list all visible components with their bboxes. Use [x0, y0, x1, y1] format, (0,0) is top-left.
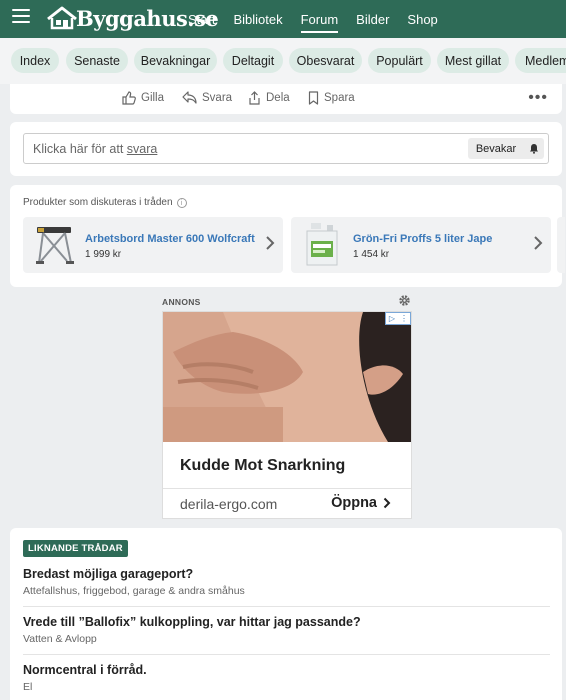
post-actions-bar: Gilla Svara Dela Spara •••	[10, 84, 562, 114]
reply-input[interactable]: Klicka här för att svara Bevakar	[23, 133, 549, 164]
chevron-right-icon	[534, 236, 543, 250]
nav-start[interactable]: Start	[188, 12, 215, 27]
menu-icon[interactable]	[12, 9, 30, 23]
product-price: 1 999 kr	[85, 249, 122, 260]
discussed-products-card: Produkter som diskuteras i tråden i Arbet…	[10, 185, 565, 287]
ad-open-label: Öppna	[331, 495, 377, 511]
reply-label: Svara	[202, 91, 233, 104]
like-button[interactable]: Gilla	[122, 91, 164, 105]
thread-title[interactable]: Bredast möjliga garageport?	[23, 567, 550, 581]
logo-house-icon	[47, 6, 77, 30]
ad-domain: derila-ergo.com	[180, 496, 278, 512]
product-card[interactable]: Grön-Fri Proffs 5 liter Jape 1 454 kr	[291, 217, 551, 273]
share-button[interactable]: Dela	[248, 91, 290, 105]
product-name: Grön-Fri Proffs 5 liter Jape	[353, 233, 493, 245]
reply-link[interactable]: svara	[127, 142, 158, 156]
advertisement[interactable]: ▷ ⋮ Kudde Mot Snarkning derila-ergo.com Ö…	[162, 311, 412, 519]
thread-title[interactable]: Vrede till ”Ballofix” kulkoppling, var h…	[23, 615, 550, 629]
save-label: Spara	[324, 92, 355, 104]
tab-medlem[interactable]: Medlem	[515, 48, 566, 73]
info-icon[interactable]: i	[176, 197, 187, 208]
ad-label: ANNONS	[162, 297, 201, 307]
tab-index[interactable]: Index	[11, 48, 59, 73]
tab-deltagit[interactable]: Deltagit	[223, 48, 283, 73]
notification-bell-button[interactable]	[524, 138, 544, 159]
thread-category: Vatten & Avlopp	[23, 633, 97, 645]
tab-obesvarat[interactable]: Obesvarat	[289, 48, 362, 73]
next-product-peek[interactable]	[557, 217, 565, 273]
bookmark-icon	[308, 91, 319, 105]
thread-item[interactable]: Bredast möjliga garageport? Attefallshus…	[23, 567, 550, 597]
top-navigation-bar: Byggahus.se Start Bibliotek Forum Bilder…	[0, 0, 566, 38]
share-label: Dela	[266, 92, 290, 104]
workbench-image	[36, 227, 74, 264]
reply-arrow-icon	[182, 91, 197, 104]
nav-forum[interactable]: Forum	[300, 12, 338, 33]
bell-icon	[530, 144, 538, 154]
thread-divider	[23, 606, 550, 607]
similar-threads-card: LIKNANDE TRÅDAR Bredast möjliga garagepo…	[10, 528, 562, 700]
ad-choices-icon[interactable]: ▷ ⋮	[385, 312, 411, 325]
products-heading: Produkter som diskuteras i tråden i	[23, 197, 187, 208]
ad-open-button[interactable]: Öppna	[331, 495, 391, 511]
ad-divider	[163, 488, 411, 489]
thread-category: El	[23, 681, 33, 693]
reply-button[interactable]: Svara	[182, 91, 232, 104]
reply-card: Klicka här för att svara Bevakar	[10, 122, 562, 176]
chevron-right-icon	[266, 236, 275, 250]
product-price: 1 454 kr	[353, 249, 390, 260]
forum-tabs: Index Senaste Bevakningar Deltagit Obesv…	[0, 38, 566, 84]
tab-senaste[interactable]: Senaste	[66, 48, 128, 73]
ad-image	[163, 312, 411, 442]
nav-bibliotek[interactable]: Bibliotek	[233, 12, 282, 27]
cleaner-bottle-image	[306, 223, 338, 266]
like-label: Gilla	[141, 92, 165, 104]
reply-placeholder: Klicka här för att svara	[33, 142, 158, 156]
similar-threads-badge: LIKNANDE TRÅDAR	[23, 540, 128, 557]
product-name: Arbetsbord Master 600 Wolfcraft	[85, 233, 255, 245]
share-icon	[249, 91, 260, 105]
nav-bilder[interactable]: Bilder	[356, 12, 389, 27]
thread-item[interactable]: Vrede till ”Ballofix” kulkoppling, var h…	[23, 615, 550, 645]
thread-item[interactable]: Normcentral i förråd. El	[23, 663, 550, 693]
tab-bevakningar[interactable]: Bevakningar	[134, 48, 217, 73]
product-card[interactable]: Arbetsbord Master 600 Wolfcraft 1 999 kr	[23, 217, 283, 273]
tab-populart[interactable]: Populärt	[368, 48, 431, 73]
main-nav: Start Bibliotek Forum Bilder Shop	[188, 0, 456, 38]
thread-divider	[23, 654, 550, 655]
thumbs-up-icon	[122, 91, 136, 105]
thread-title[interactable]: Normcentral i förråd.	[23, 663, 550, 677]
gear-icon[interactable]	[398, 294, 411, 307]
ad-title: Kudde Mot Snarkning	[180, 457, 346, 474]
more-options-icon[interactable]: •••	[528, 89, 548, 107]
watch-button[interactable]: Bevakar	[468, 138, 524, 159]
tab-mest-gillat[interactable]: Mest gillat	[437, 48, 509, 73]
save-button[interactable]: Spara	[308, 91, 355, 105]
nav-shop[interactable]: Shop	[407, 12, 437, 27]
thread-category: Attefallshus, friggebod, garage & andra …	[23, 585, 245, 597]
chevron-right-icon	[383, 497, 391, 509]
